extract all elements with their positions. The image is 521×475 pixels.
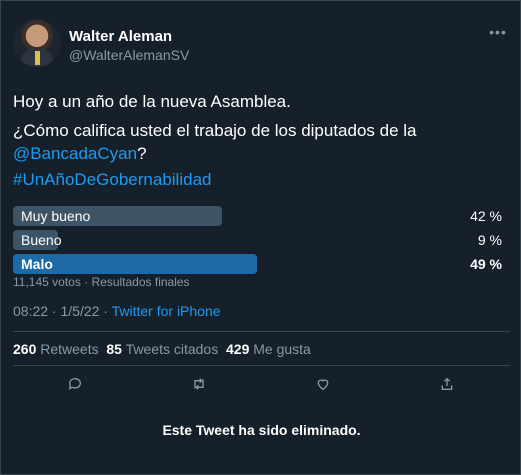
author-handle[interactable]: @WalterAlemanSV bbox=[69, 47, 189, 63]
tweet-card: Walter Aleman @WalterAlemanSV ••• Hoy a … bbox=[0, 0, 521, 475]
poll-option: Bueno 9 % bbox=[13, 230, 510, 250]
hashtag-link[interactable]: #UnAñoDeGobernabilidad bbox=[13, 168, 510, 191]
divider bbox=[13, 365, 510, 366]
poll-option-percent: 42 % bbox=[470, 208, 502, 224]
poll-option-percent: 9 % bbox=[477, 232, 502, 248]
divider bbox=[13, 331, 510, 332]
poll-option-label: Malo bbox=[21, 256, 53, 272]
tweet-text-question: ¿Cómo califica usted el trabajo de los d… bbox=[13, 119, 510, 165]
quotes-count[interactable]: 85 bbox=[106, 341, 122, 357]
poll-option-label: Muy bueno bbox=[21, 208, 91, 224]
retweet-icon[interactable] bbox=[187, 373, 211, 395]
share-icon[interactable] bbox=[435, 373, 459, 395]
more-icon[interactable]: ••• bbox=[486, 23, 510, 47]
poll-option: Malo 49 % bbox=[13, 254, 510, 274]
reply-icon[interactable] bbox=[63, 373, 87, 395]
tweet-stats: 260 Retweets 85 Tweets citados 429 Me gu… bbox=[13, 341, 311, 357]
poll-option: Muy bueno 42 % bbox=[13, 206, 510, 226]
likes-label[interactable]: Me gusta bbox=[253, 341, 311, 357]
tweet-timestamp: 08:22 · 1/5/22 · Twitter for iPhone bbox=[13, 303, 221, 319]
poll: Muy bueno 42 % Bueno 9 % Malo 49 % 11,14… bbox=[13, 206, 510, 289]
author-name[interactable]: Walter Aleman bbox=[69, 28, 172, 45]
deleted-notice: Este Tweet ha sido eliminado. bbox=[162, 422, 361, 438]
tweet-actions bbox=[13, 373, 510, 395]
tweet-text-line1: Hoy a un año de la nueva Asamblea. bbox=[13, 92, 291, 111]
poll-option-percent: 49 % bbox=[470, 256, 502, 272]
source-link[interactable]: Twitter for iPhone bbox=[112, 303, 221, 319]
poll-meta: 11,145 votos · Resultados finales bbox=[13, 275, 190, 289]
avatar[interactable] bbox=[13, 19, 61, 67]
likes-count[interactable]: 429 bbox=[226, 341, 249, 357]
tweet-header: Walter Aleman @WalterAlemanSV ••• bbox=[13, 19, 510, 71]
avatar-tie bbox=[35, 51, 40, 65]
mention-link[interactable]: @BancadaCyan bbox=[13, 144, 137, 163]
mention-suffix: ? bbox=[137, 144, 147, 163]
quotes-label[interactable]: Tweets citados bbox=[126, 341, 219, 357]
tweet-text-line2: ¿Cómo califica usted el trabajo de los d… bbox=[13, 121, 417, 140]
retweets-label[interactable]: Retweets bbox=[40, 341, 98, 357]
poll-option-label: Bueno bbox=[21, 232, 62, 248]
retweets-count[interactable]: 260 bbox=[13, 341, 36, 357]
like-icon[interactable] bbox=[311, 373, 335, 395]
timestamp-text[interactable]: 08:22 · 1/5/22 · bbox=[13, 303, 112, 319]
